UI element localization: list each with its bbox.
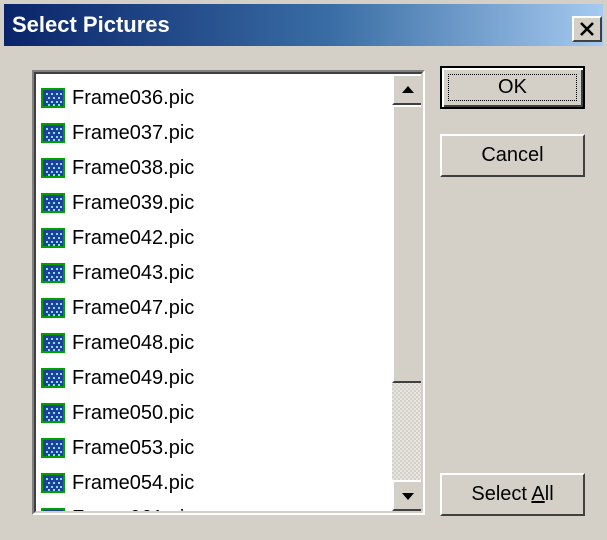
vertical-scrollbar[interactable] [392, 74, 421, 511]
list-item[interactable]: Frame048.pic [40, 325, 390, 360]
list-item[interactable]: Frame054.pic [40, 465, 390, 500]
list-item-label: Frame038.pic [72, 156, 195, 179]
picture-file-icon [41, 437, 65, 458]
pictures-list: Frame036.pic Frame037.pic Frame038.pic Fram… [40, 80, 390, 512]
select-pictures-dialog: Select Pictures Frame036.pic Frame037.pic… [0, 0, 607, 540]
list-item[interactable]: Frame036.pic [40, 80, 390, 115]
picture-file-icon [41, 122, 65, 143]
picture-file-icon [41, 367, 65, 388]
scroll-up-button[interactable] [392, 74, 421, 105]
select-all-label: Select All [471, 483, 554, 505]
pictures-listbox[interactable]: Frame036.pic Frame037.pic Frame038.pic Fram… [32, 70, 425, 515]
list-item[interactable]: Frame049.pic [40, 360, 390, 395]
list-item[interactable]: Frame042.pic [40, 220, 390, 255]
select-all-button[interactable]: Select All [440, 473, 585, 516]
list-item-label: Frame048.pic [72, 331, 195, 354]
dialog-title: Select Pictures [12, 12, 170, 37]
picture-file-icon [41, 87, 65, 108]
picture-file-icon [41, 262, 65, 283]
list-item-label: Frame037.pic [72, 121, 195, 144]
close-button[interactable] [572, 16, 602, 42]
cancel-label: Cancel [481, 144, 544, 166]
picture-file-icon [41, 402, 65, 423]
list-item-label: Frame036.pic [72, 86, 195, 109]
list-item-label: Frame039.pic [72, 191, 195, 214]
list-item-label: Frame047.pic [72, 296, 195, 319]
picture-file-icon [41, 157, 65, 178]
list-item[interactable]: Frame061.pic [40, 500, 390, 512]
scroll-thumb[interactable] [392, 105, 421, 383]
ok-button[interactable]: OK [440, 66, 585, 109]
cancel-button[interactable]: Cancel [440, 134, 585, 177]
picture-file-icon [41, 297, 65, 318]
list-item-label: Frame042.pic [72, 226, 195, 249]
down-arrow-icon [402, 493, 414, 500]
list-item[interactable]: Frame050.pic [40, 395, 390, 430]
list-item-label: Frame061.pic [72, 507, 194, 512]
list-item-label: Frame053.pic [72, 436, 195, 459]
list-item[interactable]: Frame053.pic [40, 430, 390, 465]
list-item-label: Frame049.pic [72, 366, 195, 389]
list-item-label: Frame054.pic [72, 471, 195, 494]
list-item[interactable]: Frame038.pic [40, 150, 390, 185]
list-item[interactable]: Frame037.pic [40, 115, 390, 150]
list-item[interactable]: Frame043.pic [40, 255, 390, 290]
picture-file-icon [41, 472, 65, 493]
picture-file-icon [41, 507, 65, 511]
list-item-label: Frame043.pic [72, 261, 195, 284]
close-icon [580, 22, 594, 36]
picture-file-icon [41, 227, 65, 248]
scroll-down-button[interactable] [392, 480, 421, 511]
picture-file-icon [41, 192, 65, 213]
focus-rectangle [448, 74, 577, 101]
list-item[interactable]: Frame047.pic [40, 290, 390, 325]
list-item-label: Frame050.pic [72, 401, 195, 424]
title-bar[interactable]: Select Pictures [4, 4, 603, 46]
picture-file-icon [41, 332, 65, 353]
up-arrow-icon [402, 86, 414, 93]
list-item[interactable]: Frame039.pic [40, 185, 390, 220]
